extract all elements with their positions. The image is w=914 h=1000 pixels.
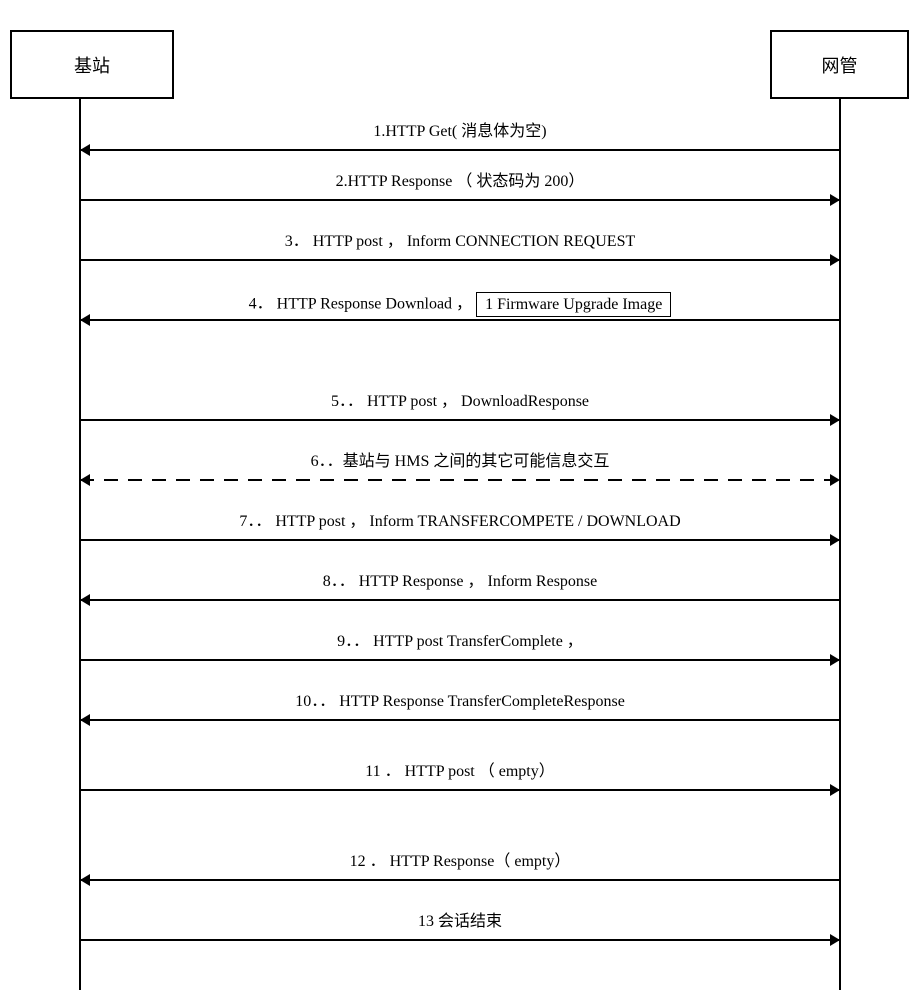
message-label-11: 11 ． HTTP post （ empty） <box>80 762 840 781</box>
message-label-7: 7．． HTTP post ， Inform TRANSFERCOMPETE /… <box>80 512 840 531</box>
message-label-4: 4． HTTP Response Download ， 1 Firmware U… <box>80 292 840 317</box>
message-label-8: 8．． HTTP Response ， Inform Response <box>80 572 840 591</box>
message-label-3: 3． HTTP post ， Inform CONNECTION REQUEST <box>80 232 840 251</box>
message-label-6: 6．．基站与 HMS 之间的其它可能信息交互 <box>80 452 840 471</box>
message-label-2: 2.HTTP Response （ 状态码为 200） <box>80 172 840 191</box>
actor-left-label: 基站 <box>74 52 110 78</box>
message-label-10: 10．． HTTP Response TransferCompleteRespo… <box>80 692 840 711</box>
actor-right-box: 网管 <box>770 30 909 99</box>
message-label-12: 12 ． HTTP Response（ empty） <box>80 852 840 871</box>
actor-right-label: 网管 <box>822 52 858 78</box>
message-label-1: 1.HTTP Get( 消息体为空) <box>80 122 840 141</box>
message-param-box-4: 1 Firmware Upgrade Image <box>476 292 671 317</box>
actor-left-box: 基站 <box>10 30 174 99</box>
message-label-5: 5．． HTTP post ， DownloadResponse <box>80 392 840 411</box>
message-label-13: 13 会话结束 <box>80 912 840 931</box>
message-label-9: 9．． HTTP post TransferComplete ， <box>80 632 840 651</box>
sequence-arrows-svg <box>0 0 914 1000</box>
